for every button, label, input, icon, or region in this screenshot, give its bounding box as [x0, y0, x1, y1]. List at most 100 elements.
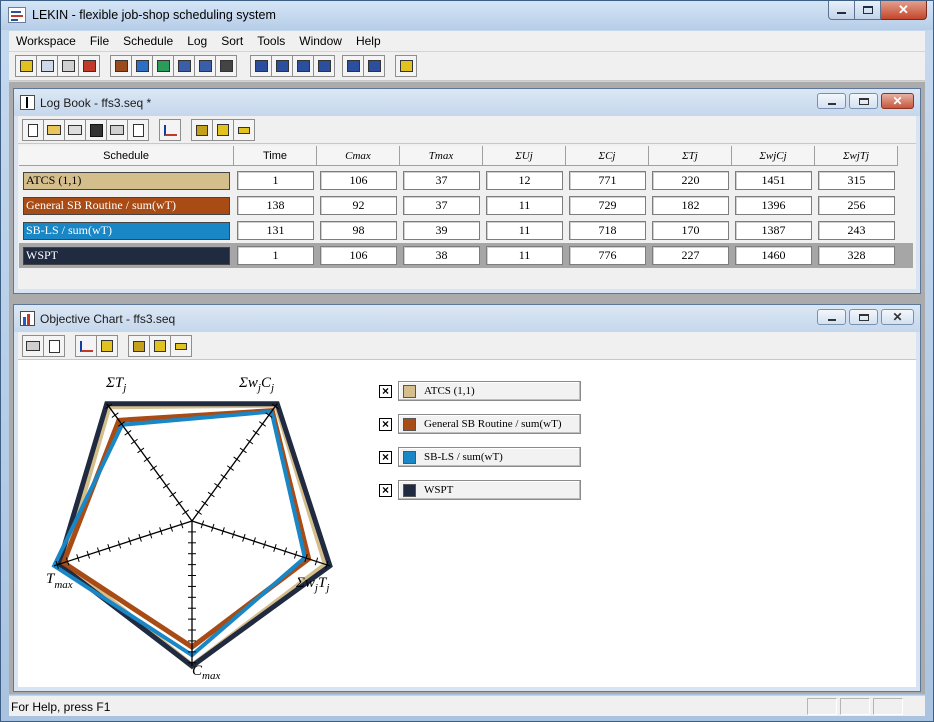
schedule-cell[interactable]: SB-LS / sum(wT)	[19, 218, 234, 243]
job-gantt-button[interactable]	[194, 55, 216, 77]
column-header-sum-cj[interactable]: ΣCj	[566, 146, 649, 166]
legend-checkbox[interactable]: ×	[379, 483, 392, 497]
table-row[interactable]: ATCS (1,1) 1 106 37 12 771 220 1451 315	[19, 168, 913, 193]
grid-button[interactable]	[342, 55, 364, 77]
minimize-icon	[827, 318, 836, 321]
value-cell-tmax: 38	[400, 243, 483, 268]
tool-button[interactable]	[131, 55, 153, 77]
menu-file[interactable]: File	[83, 34, 116, 48]
column-header-sum-wjtj[interactable]: ΣwjTj	[815, 146, 898, 166]
log-chart-button[interactable]	[159, 119, 181, 141]
save-log-button[interactable]	[85, 119, 107, 141]
gantt-chart-button[interactable]	[250, 55, 272, 77]
legend-checkbox[interactable]: ×	[379, 417, 392, 431]
column-header-cmax[interactable]: Cmax	[317, 146, 400, 166]
legend-checkbox[interactable]: ×	[379, 384, 392, 398]
column-header-time[interactable]: Time	[234, 146, 317, 166]
value-cell-sum-wjtj: 315	[815, 168, 898, 193]
help-button[interactable]	[395, 55, 417, 77]
column-header-schedule[interactable]: Schedule	[19, 146, 234, 166]
copy-button[interactable]	[36, 55, 58, 77]
legend-button[interactable]: SB-LS / sum(wT)	[398, 447, 581, 467]
legend-checkbox[interactable]: ×	[379, 450, 392, 464]
column-header-sum-wjcj[interactable]: ΣwjCj	[732, 146, 815, 166]
logbook-title-bar[interactable]: Log Book - ffs3.seq * ✕	[14, 89, 920, 116]
menu-log[interactable]: Log	[180, 34, 214, 48]
chart-print-preview-button[interactable]	[43, 335, 65, 357]
open-workspace-button[interactable]	[15, 55, 37, 77]
log-tool-3-button[interactable]	[233, 119, 255, 141]
routing-button[interactable]	[78, 55, 100, 77]
maximize-button[interactable]	[855, 1, 881, 20]
menu-help[interactable]: Help	[349, 34, 388, 48]
column-header-sum-tj[interactable]: ΣTj	[649, 146, 732, 166]
chart-bar-button[interactable]	[75, 335, 97, 357]
logbook-close-button[interactable]: ✕	[881, 93, 914, 109]
value-text: 170	[652, 221, 729, 240]
chart-restore-button[interactable]	[849, 309, 878, 325]
legend-button[interactable]: ATCS (1,1)	[398, 381, 581, 401]
chart-tool-2-button[interactable]	[149, 335, 171, 357]
new-log-button[interactable]	[22, 119, 44, 141]
logbook-restore-button[interactable]	[849, 93, 878, 109]
machine-gantt-button[interactable]	[173, 55, 195, 77]
chart-tool-1-button[interactable]	[128, 335, 150, 357]
chart-close-button[interactable]: ✕	[881, 309, 914, 325]
chart-radar-button[interactable]	[96, 335, 118, 357]
gantt-chart-4-button[interactable]	[313, 55, 335, 77]
menu-window[interactable]: Window	[292, 34, 349, 48]
machine-gantt-icon	[177, 60, 191, 72]
schedule-name: General SB Routine / sum(wT)	[23, 196, 230, 215]
table-row[interactable]: General SB Routine / sum(wT) 138 92 37 11 729…	[19, 193, 913, 218]
axis-tick	[124, 430, 132, 436]
machine-button[interactable]	[110, 55, 132, 77]
chart-tool-3-button[interactable]	[170, 335, 192, 357]
import-log-button[interactable]	[64, 119, 86, 141]
chart-minimize-button[interactable]	[817, 309, 846, 325]
value-cell-time: 1	[234, 243, 317, 268]
value-text: 106	[320, 246, 397, 265]
value-text: 1387	[735, 221, 812, 240]
title-bar[interactable]: LEKIN - flexible job-shop scheduling sys…	[1, 1, 933, 30]
column-header-tmax[interactable]: Tmax	[400, 146, 483, 166]
globe-button[interactable]	[152, 55, 174, 77]
schedule-cell[interactable]: WSPT	[19, 243, 234, 268]
legend-button[interactable]: WSPT	[398, 480, 581, 500]
menu-sort[interactable]: Sort	[214, 34, 250, 48]
sequence-button[interactable]	[215, 55, 237, 77]
table-row[interactable]: WSPT 1 106 38 11 776 227 1460 328	[19, 243, 913, 268]
minimize-button[interactable]	[828, 1, 855, 20]
schedule-name: ATCS (1,1)	[23, 171, 230, 190]
print-log-button[interactable]	[106, 119, 128, 141]
gantt-chart-2-button[interactable]	[271, 55, 293, 77]
logbook-minimize-button[interactable]	[817, 93, 846, 109]
axis-tick	[258, 421, 267, 427]
windows-button[interactable]	[363, 55, 385, 77]
axis-tick	[111, 412, 119, 418]
log-tool-1-button[interactable]	[191, 119, 213, 141]
objective-chart-window: Objective Chart - ffs3.seq ✕ ΣTj ΣwjCj Σ…	[13, 304, 921, 692]
routing-icon	[82, 60, 96, 72]
print-button[interactable]	[57, 55, 79, 77]
chart-title-bar[interactable]: Objective Chart - ffs3.seq ✕	[14, 305, 920, 332]
bar-chart-icon	[163, 124, 177, 136]
machine-icon	[114, 60, 128, 72]
menu-workspace[interactable]: Workspace	[9, 34, 83, 48]
open-log-button[interactable]	[43, 119, 65, 141]
schedule-cell[interactable]: ATCS (1,1)	[19, 168, 234, 193]
schedule-cell[interactable]: General SB Routine / sum(wT)	[19, 193, 234, 218]
legend-button[interactable]: General SB Routine / sum(wT)	[398, 414, 581, 434]
column-header-sum-uj[interactable]: ΣUj	[483, 146, 566, 166]
menu-schedule[interactable]: Schedule	[116, 34, 180, 48]
close-button[interactable]: ✕	[881, 1, 927, 20]
copy-icon	[40, 60, 54, 72]
logbook-icon	[20, 95, 35, 110]
print-preview-button[interactable]	[127, 119, 149, 141]
log-tool-2-button[interactable]	[212, 119, 234, 141]
main-toolbar	[9, 52, 925, 81]
table-row[interactable]: SB-LS / sum(wT) 131 98 39 11 718 170 1387 243	[19, 218, 913, 243]
chart-print-button[interactable]	[22, 335, 44, 357]
value-text: 776	[569, 246, 646, 265]
gantt-chart-3-button[interactable]	[292, 55, 314, 77]
menu-tools[interactable]: Tools	[250, 34, 292, 48]
